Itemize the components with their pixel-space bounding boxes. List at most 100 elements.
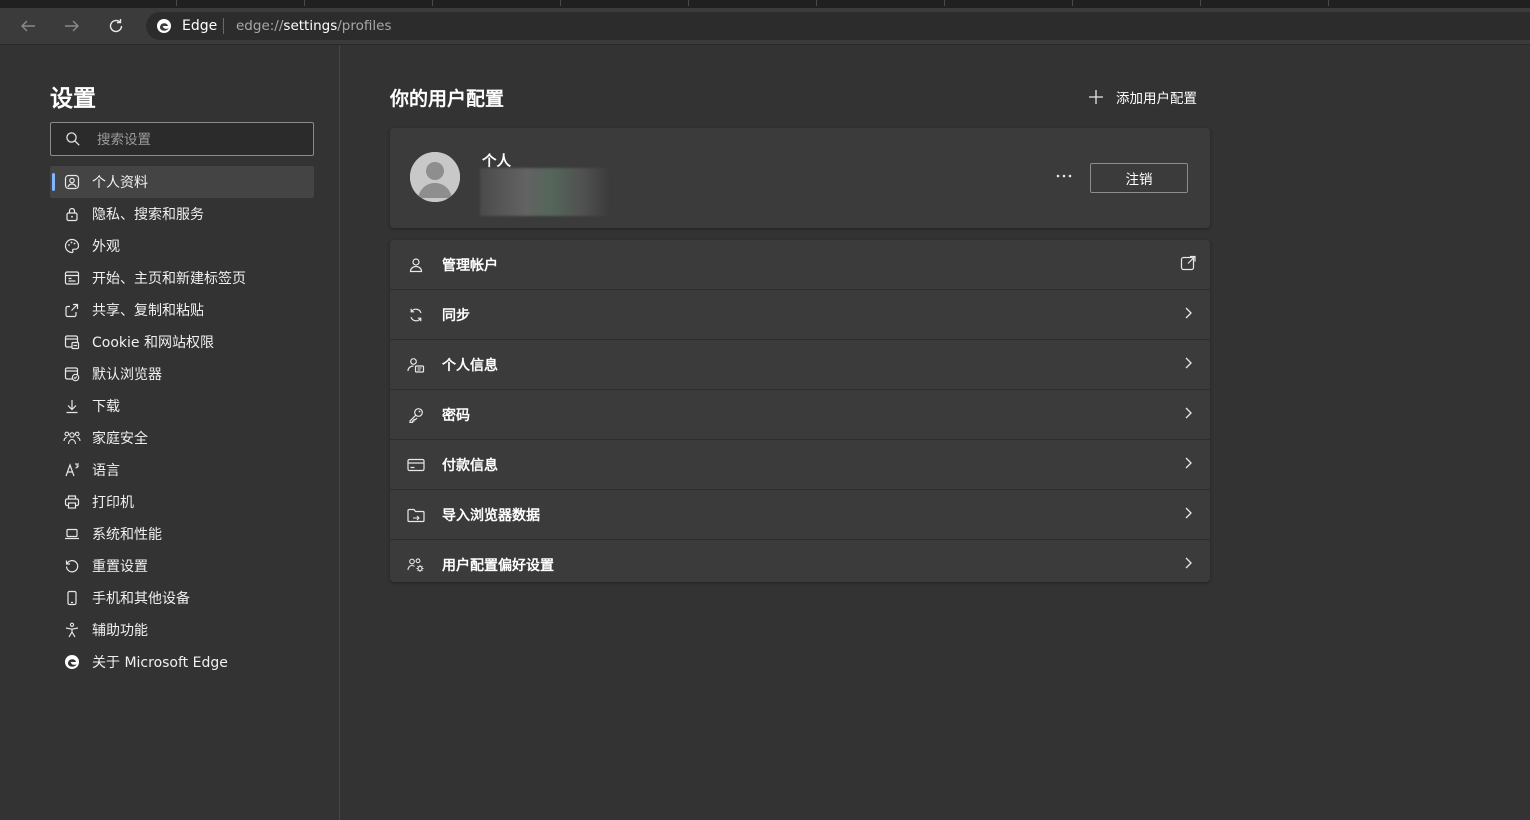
- sidebar-item-label: 手机和其他设备: [92, 591, 190, 607]
- sidebar-item-label: 家庭安全: [92, 431, 148, 447]
- sidebar-item-label: 语言: [92, 463, 120, 479]
- language-icon: [63, 461, 81, 479]
- profile-card: 个人 注销: [390, 128, 1210, 228]
- edge-logo-icon: [63, 653, 81, 671]
- home-tab-icon: [63, 269, 81, 287]
- sidebar-item-privacy[interactable]: 隐私、搜索和服务: [50, 198, 314, 230]
- profile-prefs-icon: [406, 555, 426, 575]
- sidebar-item-label: 外观: [92, 239, 120, 255]
- chevron-right-icon: [1185, 557, 1192, 569]
- row-label: 同步: [442, 307, 470, 324]
- site-label: Edge: [182, 18, 218, 34]
- row-personal-info[interactable]: 个人信息: [390, 340, 1210, 390]
- sidebar-item-label: 开始、主页和新建标签页: [92, 271, 246, 287]
- add-profile-label: 添加用户配置: [1116, 91, 1197, 107]
- row-payment-info[interactable]: 付款信息: [390, 440, 1210, 490]
- search-box[interactable]: [50, 122, 314, 156]
- sidebar-item-default-browser[interactable]: 默认浏览器: [50, 358, 314, 390]
- sidebar-item-family-safety[interactable]: 家庭安全: [50, 422, 314, 454]
- more-options-button[interactable]: [1050, 166, 1078, 186]
- sidebar-item-label: 隐私、搜索和服务: [92, 207, 204, 223]
- default-avatar-icon: [410, 152, 460, 202]
- sidebar-item-accessibility[interactable]: 辅助功能: [50, 614, 314, 646]
- person-icon: [406, 255, 426, 275]
- row-sync[interactable]: 同步: [390, 290, 1210, 340]
- profile-icon: [63, 173, 81, 191]
- back-button[interactable]: [14, 12, 42, 40]
- forward-button[interactable]: [58, 12, 86, 40]
- import-icon: [406, 505, 426, 525]
- row-passwords[interactable]: 密码: [390, 390, 1210, 440]
- row-label: 用户配置偏好设置: [442, 557, 554, 574]
- cookie-permissions-icon: [63, 333, 81, 351]
- more-horizontal-icon: [1056, 174, 1072, 178]
- phone-icon: [63, 589, 81, 607]
- tab-strip: [0, 0, 1530, 8]
- sidebar-item-label: 下载: [92, 399, 120, 415]
- sidebar-item-label: Cookie 和网站权限: [92, 335, 214, 351]
- sidebar-item-appearance[interactable]: 外观: [50, 230, 314, 262]
- sidebar-item-printers[interactable]: 打印机: [50, 486, 314, 518]
- laptop-icon: [63, 525, 81, 543]
- back-arrow-icon: [21, 20, 35, 32]
- sidebar-item-label: 关于 Microsoft Edge: [92, 655, 228, 671]
- sign-out-button[interactable]: 注销: [1090, 163, 1188, 193]
- sidebar-item-phone-devices[interactable]: 手机和其他设备: [50, 582, 314, 614]
- sidebar-item-system-performance[interactable]: 系统和性能: [50, 518, 314, 550]
- reset-icon: [63, 557, 81, 575]
- sidebar-item-downloads[interactable]: 下载: [50, 390, 314, 422]
- chevron-right-icon: [1185, 357, 1192, 369]
- row-label: 导入浏览器数据: [442, 507, 540, 524]
- row-label: 管理帐户: [442, 257, 498, 274]
- sidebar-item-cookies-permissions[interactable]: Cookie 和网站权限: [50, 326, 314, 358]
- address-divider: [223, 18, 224, 34]
- row-profile-preferences[interactable]: 用户配置偏好设置: [390, 540, 1210, 589]
- profile-settings-list: 管理帐户 同步 个人信息 密码 付款信息 导入浏览器数据 用户配置偏好设置: [390, 240, 1210, 582]
- plus-icon: [1089, 90, 1103, 104]
- row-label: 付款信息: [442, 457, 498, 474]
- sync-icon: [406, 305, 426, 325]
- sidebar-item-label: 默认浏览器: [92, 367, 162, 383]
- sidebar-nav: 个人资料 隐私、搜索和服务 外观 开始、主页和新建标签页 共享、复制和粘贴 Co…: [50, 166, 314, 678]
- sidebar-item-label: 辅助功能: [92, 623, 148, 639]
- sidebar-item-start-home-newtab[interactable]: 开始、主页和新建标签页: [50, 262, 314, 294]
- sidebar-item-share-copy-paste[interactable]: 共享、复制和粘贴: [50, 294, 314, 326]
- search-input[interactable]: [95, 129, 299, 151]
- sidebar-item-profiles[interactable]: 个人资料: [50, 166, 314, 198]
- family-icon: [63, 429, 81, 447]
- external-link-icon: [1180, 255, 1196, 271]
- edge-logo-icon: [157, 19, 171, 33]
- chevron-right-icon: [1185, 407, 1192, 419]
- row-manage-account[interactable]: 管理帐户: [390, 240, 1210, 290]
- row-import-browser-data[interactable]: 导入浏览器数据: [390, 490, 1210, 540]
- palette-icon: [63, 237, 81, 255]
- personal-info-icon: [406, 355, 426, 375]
- sidebar-item-languages[interactable]: 语言: [50, 454, 314, 486]
- lock-icon: [63, 205, 81, 223]
- row-label: 密码: [442, 407, 470, 424]
- refresh-button[interactable]: [102, 12, 130, 40]
- share-icon: [63, 301, 81, 319]
- chevron-right-icon: [1185, 457, 1192, 469]
- key-icon: [406, 405, 426, 425]
- sidebar-item-label: 个人资料: [92, 175, 148, 191]
- avatar[interactable]: [410, 152, 460, 202]
- address-bar[interactable]: Edge edge://settings/profiles: [146, 12, 1530, 40]
- download-icon: [63, 397, 81, 415]
- settings-sidebar: 设置 个人资料 隐私、搜索和服务 外观 开始、主页和新建标签页 共享、复制和粘贴…: [0, 45, 340, 820]
- add-profile-button[interactable]: 添加用户配置: [1088, 87, 1197, 107]
- forward-arrow-icon: [65, 20, 79, 32]
- sidebar-item-about-edge[interactable]: 关于 Microsoft Edge: [50, 646, 314, 678]
- sidebar-item-label: 重置设置: [92, 559, 148, 575]
- refresh-icon: [109, 19, 123, 33]
- browser-toolbar: Edge edge://settings/profiles: [0, 8, 1530, 45]
- printer-icon: [63, 493, 81, 511]
- default-browser-icon: [63, 365, 81, 383]
- url-text: edge://settings/profiles: [236, 18, 392, 34]
- redacted-email: [480, 168, 610, 216]
- sidebar-title: 设置: [50, 86, 96, 112]
- search-icon: [66, 132, 80, 146]
- sidebar-item-reset-settings[interactable]: 重置设置: [50, 550, 314, 582]
- sidebar-item-label: 打印机: [92, 495, 134, 511]
- row-label: 个人信息: [442, 357, 498, 374]
